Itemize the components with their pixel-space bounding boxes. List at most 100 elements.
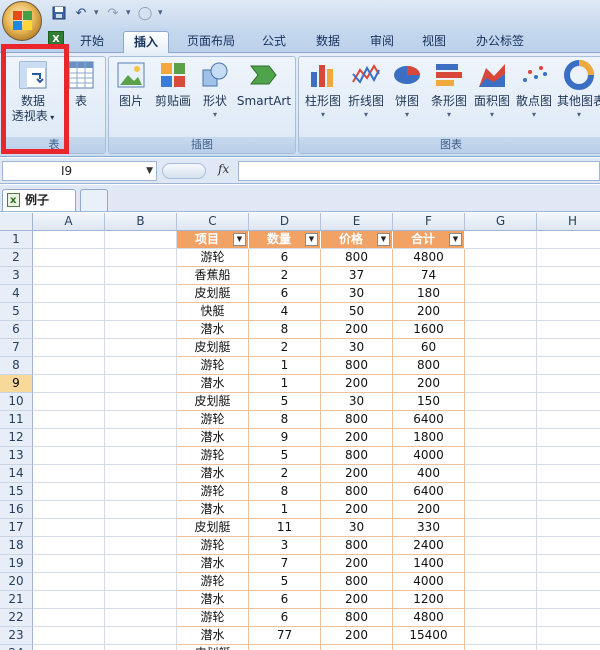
cell[interactable] <box>33 411 105 429</box>
cell[interactable] <box>33 483 105 501</box>
customize-qat-icon[interactable]: ▾ <box>158 8 164 18</box>
pie-chart-button[interactable]: 饼图 ▾ <box>389 60 425 121</box>
cell[interactable] <box>465 429 537 447</box>
table-cell[interactable]: 2400 <box>393 537 465 555</box>
table-cell[interactable]: 8 <box>249 483 321 501</box>
repeat-icon[interactable]: ◯ <box>136 4 154 22</box>
cell[interactable] <box>105 555 177 573</box>
cell[interactable] <box>105 411 177 429</box>
table-cell[interactable]: 游轮 <box>177 573 249 591</box>
table-cell[interactable]: 30 <box>321 285 393 303</box>
cell[interactable] <box>465 609 537 627</box>
row-header[interactable]: 21 <box>0 591 33 609</box>
cell[interactable] <box>105 249 177 267</box>
table-cell[interactable]: 200 <box>393 375 465 393</box>
table-cell[interactable]: 皮划艇 <box>177 285 249 303</box>
tab-review[interactable]: 审阅 <box>360 31 404 53</box>
table-cell[interactable]: 皮划艇 <box>177 519 249 537</box>
table-cell[interactable]: 5 <box>249 573 321 591</box>
cell[interactable] <box>33 303 105 321</box>
cell[interactable] <box>465 357 537 375</box>
table-cell[interactable]: 150 <box>393 393 465 411</box>
table-cell[interactable]: 9 <box>249 429 321 447</box>
filter-dropdown-icon[interactable]: ▼ <box>449 233 462 246</box>
tab-data[interactable]: 数据 <box>306 31 350 53</box>
cell[interactable] <box>465 285 537 303</box>
table-cell[interactable]: 1600 <box>393 321 465 339</box>
cell[interactable] <box>105 483 177 501</box>
table-cell[interactable]: 200 <box>321 465 393 483</box>
tab-page-layout[interactable]: 页面布局 <box>178 31 244 53</box>
formula-input[interactable] <box>238 161 600 181</box>
table-cell[interactable]: 15400 <box>393 627 465 645</box>
cell[interactable] <box>537 429 600 447</box>
table-cell[interactable]: 潜水 <box>177 465 249 483</box>
table-cell[interactable]: 游轮 <box>177 411 249 429</box>
table-header-cell[interactable]: 项目 ▼ <box>177 231 249 249</box>
cell[interactable] <box>105 645 177 650</box>
row-header[interactable]: 14 <box>0 465 33 483</box>
cell[interactable] <box>33 321 105 339</box>
table-cell[interactable]: 200 <box>321 501 393 519</box>
column-header[interactable]: D <box>249 213 321 231</box>
name-box[interactable]: I9 ▼ <box>2 161 157 181</box>
table-cell[interactable]: 6 <box>249 285 321 303</box>
row-header[interactable]: 18 <box>0 537 33 555</box>
table-cell[interactable]: 330 <box>393 519 465 537</box>
table-cell[interactable]: 200 <box>393 501 465 519</box>
table-button[interactable]: 表 <box>63 60 99 109</box>
column-header[interactable]: G <box>465 213 537 231</box>
cell[interactable] <box>537 627 600 645</box>
table-cell[interactable]: 4 <box>249 303 321 321</box>
tab-insert[interactable]: 插入 <box>123 31 169 54</box>
new-workbook-tab[interactable] <box>80 189 108 211</box>
cell[interactable] <box>33 627 105 645</box>
row-header[interactable]: 11 <box>0 411 33 429</box>
column-header[interactable]: B <box>105 213 177 231</box>
table-cell[interactable]: 5 <box>249 447 321 465</box>
table-cell[interactable]: 皮划艇 <box>177 645 249 650</box>
cell[interactable] <box>465 573 537 591</box>
cell[interactable] <box>105 447 177 465</box>
cell[interactable] <box>33 555 105 573</box>
table-cell[interactable]: 游轮 <box>177 537 249 555</box>
cell[interactable] <box>537 393 600 411</box>
table-cell[interactable]: 1800 <box>393 429 465 447</box>
table-cell[interactable]: 2 <box>249 267 321 285</box>
cell[interactable] <box>105 501 177 519</box>
table-cell[interactable]: 200 <box>321 591 393 609</box>
cell[interactable] <box>33 285 105 303</box>
table-cell[interactable]: 游轮 <box>177 609 249 627</box>
cell[interactable] <box>465 375 537 393</box>
table-cell[interactable]: 游轮 <box>177 357 249 375</box>
row-header[interactable]: 15 <box>0 483 33 501</box>
cell[interactable] <box>465 393 537 411</box>
table-cell[interactable]: 潜水 <box>177 375 249 393</box>
cell[interactable] <box>105 267 177 285</box>
column-header[interactable]: E <box>321 213 393 231</box>
table-cell[interactable]: 800 <box>321 609 393 627</box>
tab-formulas[interactable]: 公式 <box>252 31 296 53</box>
cell[interactable] <box>465 501 537 519</box>
cell[interactable] <box>537 231 600 249</box>
cell[interactable] <box>105 321 177 339</box>
cell[interactable] <box>465 231 537 249</box>
cell[interactable] <box>33 429 105 447</box>
workbook-tab[interactable]: 例子 <box>2 189 76 211</box>
table-cell[interactable]: 6400 <box>393 411 465 429</box>
office-button[interactable] <box>2 1 42 41</box>
shapes-button[interactable]: 形状 ▾ <box>197 60 233 121</box>
tab-home[interactable]: 开始 <box>70 31 114 53</box>
cell[interactable] <box>465 267 537 285</box>
cell[interactable] <box>537 321 600 339</box>
table-cell[interactable]: 游轮 <box>177 249 249 267</box>
row-header[interactable]: 16 <box>0 501 33 519</box>
undo-icon[interactable]: ↶ <box>72 4 90 22</box>
table-header-cell[interactable]: 价格 ▼ <box>321 231 393 249</box>
table-cell[interactable] <box>249 645 321 650</box>
row-header[interactable]: 17 <box>0 519 33 537</box>
cell[interactable] <box>105 465 177 483</box>
cell[interactable] <box>537 267 600 285</box>
table-cell[interactable]: 800 <box>321 411 393 429</box>
row-header[interactable]: 19 <box>0 555 33 573</box>
